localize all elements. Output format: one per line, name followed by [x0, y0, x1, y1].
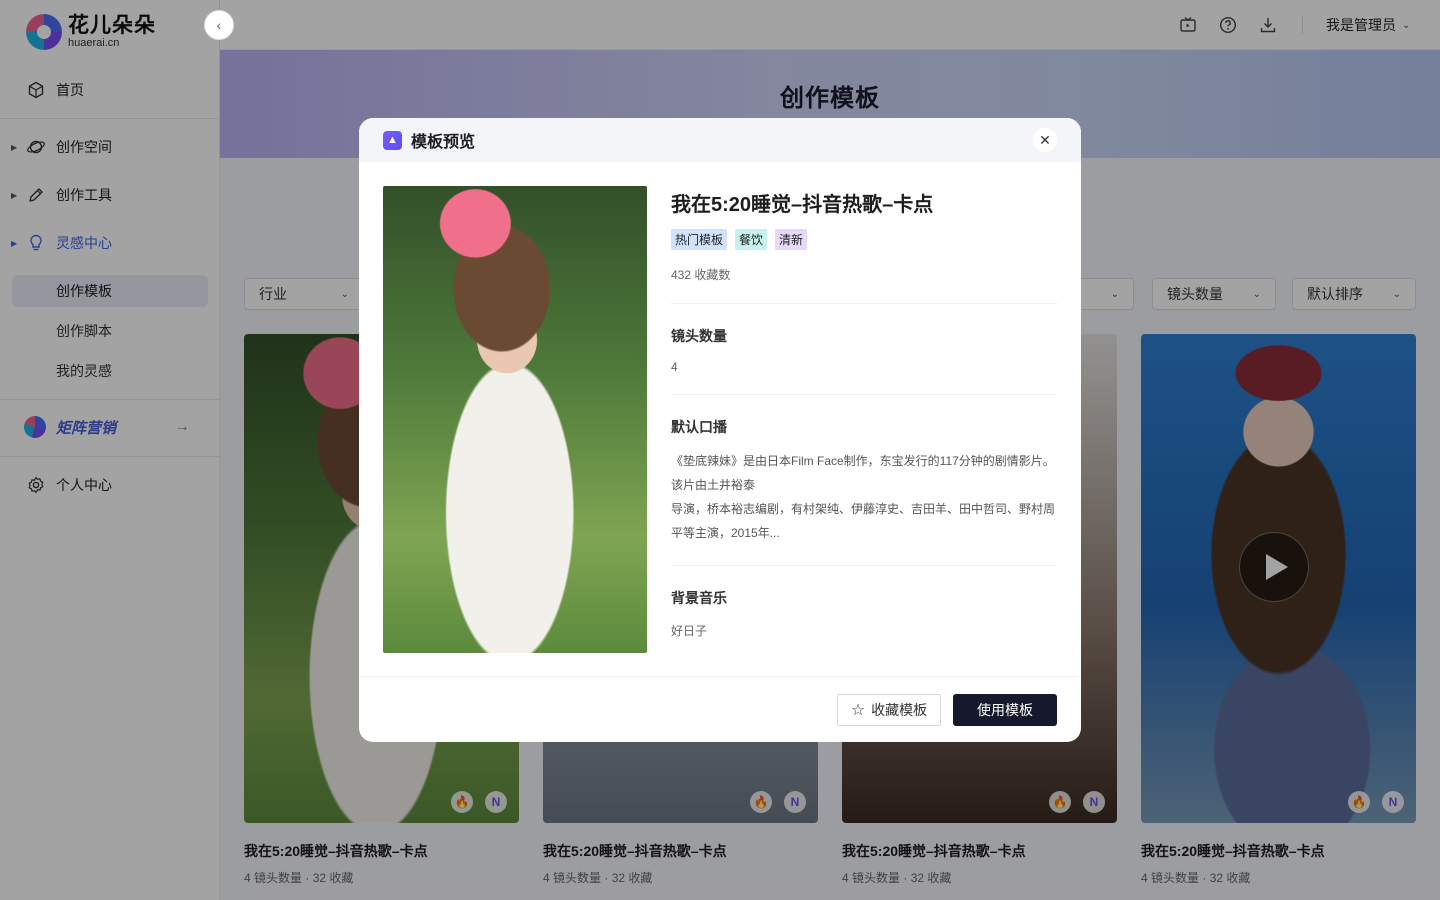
shots-value: 4 [671, 360, 678, 374]
section-divider [671, 565, 1057, 566]
modal-footer: ☆ 收藏模板 使用模板 [359, 676, 1081, 742]
tag-food: 餐饮 [735, 229, 768, 250]
favorite-template-button[interactable]: ☆ 收藏模板 [837, 694, 941, 726]
close-icon: ✕ [1039, 131, 1051, 148]
favorite-count: 432 收藏数 [671, 268, 731, 282]
narration-label: 默认口播 [671, 419, 727, 435]
use-template-button[interactable]: 使用模板 [953, 694, 1057, 726]
shots-label: 镜头数量 [671, 328, 727, 344]
template-tags: 热门模板 餐饮 清新 [671, 229, 1057, 250]
brand-flame-icon: ▲ [383, 130, 402, 150]
star-icon: ☆ [850, 702, 866, 719]
music-label: 背景音乐 [671, 590, 727, 606]
template-title: 我在5:20睡觉–抖音热歌–卡点 [671, 194, 934, 216]
template-preview-image [383, 186, 647, 653]
template-preview-modal: ▲ 模板预览 ✕ 我在5:20睡觉–抖音热歌–卡点 热门模板 餐饮 清新 432… [359, 118, 1081, 742]
music-value: 好日子 [671, 624, 708, 638]
chevron-left-icon: ‹ [216, 17, 222, 33]
modal-title: 模板预览 [411, 134, 476, 151]
tag-hot: 热门模板 [671, 229, 728, 250]
section-divider [671, 394, 1057, 395]
section-divider [671, 303, 1057, 304]
tag-fresh: 清新 [775, 229, 808, 250]
close-button[interactable]: ✕ [1033, 128, 1057, 152]
narration-text: 《垫底辣妹》是由日本Film Face制作，东宝发行的117分钟的剧情影片。 该… [671, 454, 1056, 540]
sidebar-collapse-button[interactable]: ‹ [204, 10, 234, 40]
template-info: 我在5:20睡觉–抖音热歌–卡点 热门模板 餐饮 清新 432 收藏数 镜头数量… [671, 186, 1057, 639]
modal-header: ▲ 模板预览 ✕ [359, 118, 1081, 162]
